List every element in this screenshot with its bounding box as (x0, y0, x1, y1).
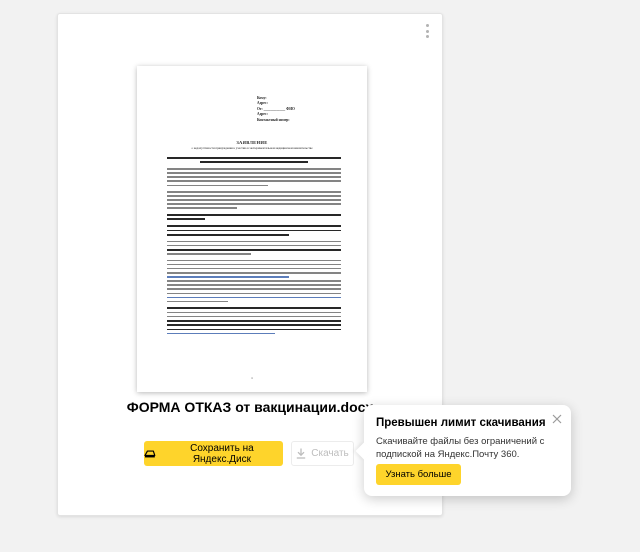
download-label: Скачать (311, 448, 349, 459)
document-preview[interactable]: Кому: Адрес: От: ____________ ФИО Адрес:… (137, 66, 367, 392)
page-number: 1 (251, 376, 253, 380)
document-header: Кому: Адрес: От: ____________ ФИО Адрес:… (257, 96, 295, 123)
close-icon[interactable] (551, 413, 563, 425)
save-to-disk-button[interactable]: Сохранить на Яндекс.Диск (144, 441, 283, 466)
disk-icon (144, 449, 156, 457)
document-subtitle: о недопустимости принуждения к участию в… (191, 146, 313, 150)
save-to-disk-label: Сохранить на Яндекс.Диск (190, 442, 254, 465)
popup-title: Превышен лимит скачивания (376, 417, 546, 429)
learn-more-button[interactable]: Узнать больше (376, 464, 461, 485)
document-body (167, 157, 341, 337)
download-limit-popup: Превышен лимит скачивания Скачивайте фай… (364, 405, 571, 496)
document-title: ЗАЯВЛЕНИЕ (236, 140, 268, 145)
download-button[interactable]: Скачать (291, 441, 354, 466)
download-icon (297, 448, 306, 459)
header-line: Контактный номер: (257, 117, 290, 122)
more-options-icon[interactable] (422, 22, 432, 40)
popup-text: Скачивайте файлы без ограничений с подпи… (376, 436, 545, 460)
